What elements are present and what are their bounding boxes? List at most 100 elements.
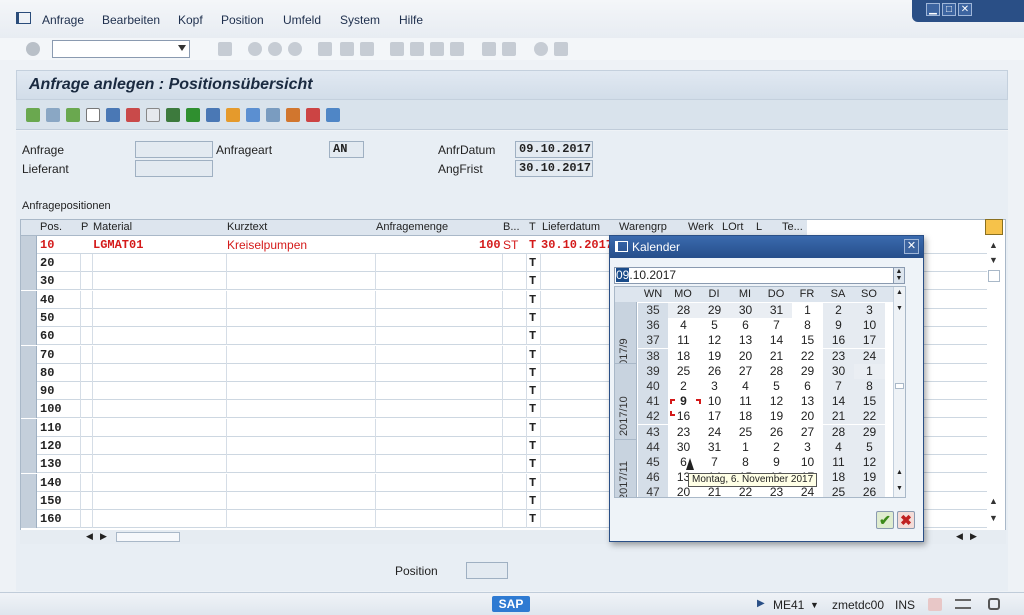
item-overview-icon[interactable]	[66, 108, 80, 122]
scroll-thumb[interactable]	[988, 270, 1000, 282]
item-detail-icon[interactable]	[46, 108, 60, 122]
calendar-day[interactable]: 24	[854, 348, 885, 364]
calendar-day[interactable]: 26	[761, 425, 792, 440]
cell-t[interactable]: T	[529, 457, 536, 471]
calendar-day[interactable]: 8	[792, 318, 823, 333]
column-header-werk[interactable]: Werk	[688, 221, 720, 233]
row-selector[interactable]	[21, 290, 37, 309]
week-number[interactable]: 41	[638, 394, 668, 410]
calendar-day[interactable]: 4	[823, 439, 854, 455]
lieferant-field[interactable]	[135, 160, 213, 177]
calendar-day[interactable]: 20	[792, 409, 823, 424]
calendar-day[interactable]: 21	[823, 409, 854, 425]
menu-kopf[interactable]: Kopf	[178, 13, 203, 27]
row-selector[interactable]	[21, 418, 37, 437]
cell-einheit[interactable]: ST	[503, 238, 518, 252]
cell-kurztext[interactable]: Kreiselpumpen	[227, 238, 307, 252]
column-header-warengrp[interactable]: Warengrp	[619, 221, 685, 233]
calendar-day[interactable]: 8	[730, 455, 761, 470]
column-header-lort[interactable]: LOrt	[722, 221, 754, 233]
first-page-icon[interactable]	[390, 42, 404, 56]
new-session-icon[interactable]	[482, 42, 496, 56]
cell-t[interactable]: T	[529, 311, 536, 325]
hscroll-thumb[interactable]	[116, 532, 180, 542]
delete-icon[interactable]	[106, 108, 120, 122]
calendar-day[interactable]: 31	[761, 303, 792, 318]
minimize-button[interactable]: ▁	[926, 3, 940, 16]
calendar-day[interactable]: 15	[792, 333, 823, 348]
week-number[interactable]: 35	[638, 303, 668, 318]
calendar-day[interactable]: 18	[823, 470, 854, 486]
calendar-day[interactable]: 6	[730, 318, 761, 333]
calendar-day[interactable]: 29	[699, 303, 730, 318]
flag-icon[interactable]	[186, 108, 200, 122]
cell-lieferdatum[interactable]: 30.10.2017	[541, 238, 613, 252]
calendar-day[interactable]: 3	[699, 379, 730, 394]
calendar-day[interactable]: 20	[668, 485, 699, 497]
calendar-day[interactable]: 1	[854, 363, 885, 379]
week-number[interactable]: 38	[638, 348, 668, 364]
column-header-material[interactable]: Material	[93, 221, 223, 233]
row-selector[interactable]	[21, 345, 37, 364]
scroll-up-bottom-icon[interactable]: ▲	[896, 469, 903, 476]
cancel-icon[interactable]	[288, 42, 302, 56]
menu-icon[interactable]	[16, 12, 31, 24]
calendar-day[interactable]: 7	[823, 379, 854, 394]
calendar-day[interactable]: 14	[823, 394, 854, 410]
menu-anfrage[interactable]: Anfrage	[42, 13, 84, 27]
menu-bearbeiten[interactable]: Bearbeiten	[102, 13, 160, 27]
delivery-icon[interactable]	[286, 108, 300, 122]
anfrdatum-field[interactable]: 09.10.2017	[515, 141, 593, 158]
print-icon[interactable]	[318, 42, 332, 56]
cell-material[interactable]: LGMAT01	[93, 238, 143, 252]
calendar-day[interactable]: 27	[792, 425, 823, 440]
list-icon[interactable]	[306, 108, 320, 122]
calendar-day[interactable]: 10	[699, 394, 730, 409]
calendar-day[interactable]: 28	[823, 424, 854, 440]
cell-t[interactable]: T	[529, 348, 536, 362]
chevron-down-icon[interactable]: ▼	[810, 600, 819, 610]
angfrist-field[interactable]: 30.10.2017	[515, 160, 593, 177]
transaction-code[interactable]: ME41	[773, 598, 804, 612]
insert-mode[interactable]: INS	[895, 598, 915, 612]
scroll-down-bottom-icon[interactable]: ▼	[989, 513, 998, 523]
calendar-day[interactable]: 30	[668, 440, 699, 455]
cell-t[interactable]: T	[529, 512, 536, 526]
calendar-day[interactable]: 1	[730, 440, 761, 455]
calendar-day[interactable]: 22	[730, 485, 761, 497]
row-selector[interactable]	[21, 327, 37, 346]
calendar-day[interactable]: 13	[730, 333, 761, 348]
find-icon[interactable]	[340, 42, 354, 56]
calendar-scrollbar[interactable]: ▲ ▼ ▲ ▼	[893, 287, 905, 497]
column-header-bestellmengeneinheit[interactable]: B...	[503, 221, 525, 233]
calendar-day[interactable]: 25	[730, 425, 761, 440]
calendar-day[interactable]: 23	[823, 348, 854, 364]
calendar-day[interactable]: 24	[699, 425, 730, 440]
week-number[interactable]: 37	[638, 333, 668, 349]
calendar-day[interactable]: 22	[792, 349, 823, 364]
row-selector[interactable]	[21, 455, 37, 474]
row-selector[interactable]	[21, 236, 37, 254]
row-selector[interactable]	[21, 491, 37, 510]
row-selector[interactable]	[21, 510, 37, 529]
calendar-day[interactable]: 30	[823, 363, 854, 379]
confirm-button[interactable]: ✔	[876, 511, 894, 529]
cell-t[interactable]: T	[529, 421, 536, 435]
calendar-day[interactable]: 12	[854, 455, 885, 470]
week-number[interactable]: 39	[638, 363, 668, 379]
enter-icon[interactable]	[26, 42, 40, 56]
calendar-day[interactable]: 9	[823, 318, 854, 334]
calendar-day[interactable]: 3	[792, 440, 823, 455]
copy-icon[interactable]	[126, 108, 140, 122]
calendar-day[interactable]: 3	[854, 303, 885, 318]
column-header-p[interactable]: P	[81, 221, 93, 233]
calendar-day[interactable]: 4	[730, 379, 761, 394]
row-selector[interactable]	[21, 272, 37, 291]
maximize-button[interactable]: □	[942, 3, 956, 16]
calendar-day[interactable]: 2	[668, 379, 699, 394]
calendar-day[interactable]: 5	[854, 439, 885, 455]
calendar-day[interactable]: 11	[668, 333, 699, 348]
row-selector[interactable]	[21, 254, 37, 272]
calendar-day[interactable]: 24	[792, 485, 823, 497]
scroll-up-icon[interactable]: ▲	[989, 240, 998, 250]
